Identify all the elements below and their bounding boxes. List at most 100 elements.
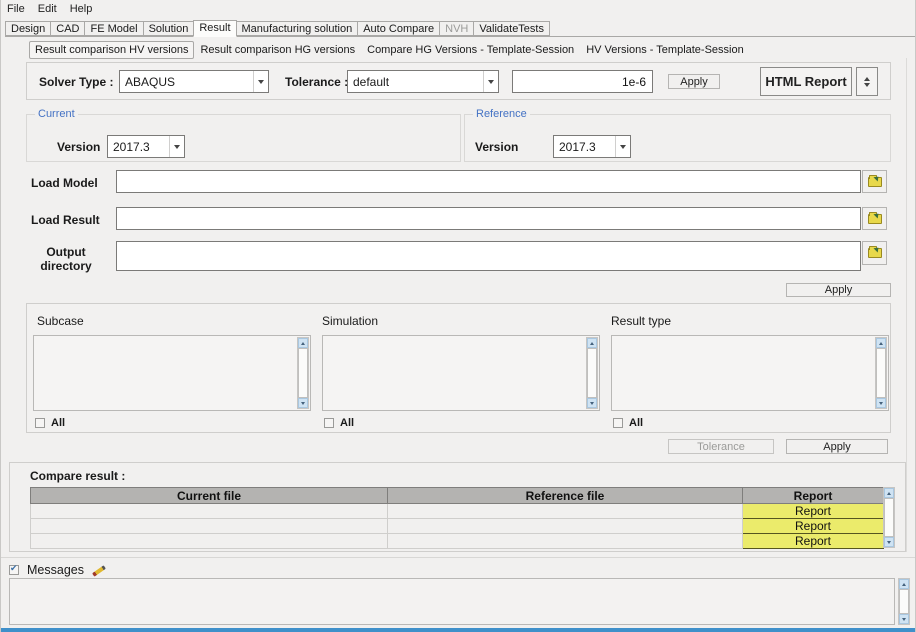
down-icon [864,83,870,87]
table-row: Report [31,504,884,519]
scroll-thumb[interactable] [899,589,909,614]
result-type-all-checkbox[interactable] [613,418,623,428]
window-bottom-edge [1,628,915,632]
simulation-all-checkbox[interactable] [324,418,334,428]
report-link[interactable]: Report [743,534,884,549]
scroll-down-icon[interactable] [876,398,886,408]
tab-manufacturing-solution[interactable]: Manufacturing solution [236,21,359,36]
reference-version-select[interactable]: 2017.3 [553,135,631,158]
tab-design[interactable]: Design [5,21,51,36]
scroll-thumb[interactable] [876,348,886,398]
chevron-down-icon [253,71,268,92]
scroll-down-icon[interactable] [899,614,909,624]
files-apply-button[interactable]: Apply [786,283,891,297]
simulation-listbox[interactable] [322,335,600,411]
html-report-button[interactable]: HTML Report [760,67,852,96]
current-group: Current Version 2017.3 [26,114,461,162]
load-result-input[interactable] [116,207,861,230]
chevron-down-icon [615,136,630,157]
report-link[interactable]: Report [743,519,884,534]
simulation-all-row: All [324,417,354,429]
messages-row: Messages [9,563,108,577]
tab-cad[interactable]: CAD [50,21,85,36]
result-type-scrollbar[interactable] [875,337,887,409]
scroll-up-icon[interactable] [899,579,909,589]
scroll-thumb[interactable] [587,348,597,398]
subtab-result-comparison-hv[interactable]: Result comparison HV versions [29,41,194,59]
up-icon [864,77,870,81]
tab-solution[interactable]: Solution [143,21,195,36]
messages-checkbox[interactable] [9,565,19,575]
menu-bar: File Edit Help [1,0,915,18]
scroll-thumb[interactable] [298,348,308,398]
selection-apply-button[interactable]: Apply [786,439,888,454]
report-type-spinner[interactable] [856,67,878,96]
solver-type-label: Solver Type : [39,75,113,89]
report-header: Report [743,488,884,504]
menu-help[interactable]: Help [70,3,93,18]
simulation-scrollbar[interactable] [586,337,598,409]
current-file-cell [31,519,388,534]
solver-type-select[interactable]: ABAQUS [119,70,269,93]
subtab-compare-hg-template-session[interactable]: Compare HG Versions - Template-Session [361,41,580,59]
load-model-browse-button[interactable] [862,170,887,193]
result-type-all-row: All [613,417,643,429]
scroll-up-icon[interactable] [298,338,308,348]
output-directory-input[interactable] [116,241,861,271]
simulation-label: Simulation [322,314,378,328]
result-type-all-label: All [629,417,643,429]
window-right-edge [906,58,907,552]
compare-result-table: Current file Reference file Report Repor… [30,487,884,549]
report-link[interactable]: Report [743,504,884,519]
current-file-cell [31,504,388,519]
result-type-listbox[interactable] [611,335,889,411]
compare-result-title: Compare result : [30,469,125,483]
tab-validatetests[interactable]: ValidateTests [473,21,550,36]
result-type-label: Result type [611,314,671,328]
subcase-all-checkbox[interactable] [35,418,45,428]
subcase-listbox[interactable] [33,335,311,411]
scroll-up-icon[interactable] [587,338,597,348]
load-result-label: Load Result [31,213,100,227]
tolerance-apply-button[interactable]: Apply [668,74,720,89]
scroll-down-icon[interactable] [587,398,597,408]
scroll-up-icon[interactable] [884,488,894,498]
messages-box [9,578,895,625]
table-header-row: Current file Reference file Report [31,488,884,504]
messages-scrollbar[interactable] [898,578,910,625]
tolerance-label: Tolerance : [285,75,348,89]
scroll-down-icon[interactable] [298,398,308,408]
tab-auto-compare[interactable]: Auto Compare [357,21,440,36]
scroll-thumb[interactable] [884,498,894,537]
selection-tolerance-button[interactable]: Tolerance [668,439,774,454]
table-row: Report [31,519,884,534]
reference-version-label: Version [475,140,553,154]
current-version-select[interactable]: 2017.3 [107,135,185,158]
subtab-hv-template-session[interactable]: HV Versions - Template-Session [580,41,750,59]
subtab-result-comparison-hg[interactable]: Result comparison HG versions [194,41,361,59]
subcase-scrollbar[interactable] [297,337,309,409]
load-model-input[interactable] [116,170,861,193]
current-file-cell [31,534,388,549]
current-file-header: Current file [31,488,388,504]
scroll-up-icon[interactable] [876,338,886,348]
reference-group-legend: Reference [473,108,530,120]
folder-open-icon [868,177,882,187]
pencil-icon[interactable] [92,563,108,577]
menu-file[interactable]: File [7,3,25,18]
tab-fe-model[interactable]: FE Model [84,21,143,36]
tab-result[interactable]: Result [193,20,236,37]
tab-nvh[interactable]: NVH [439,21,474,36]
current-group-legend: Current [35,108,78,120]
subcase-all-row: All [35,417,65,429]
load-result-browse-button[interactable] [862,207,887,230]
simulation-all-label: All [340,417,354,429]
tolerance-value-input[interactable] [512,70,653,93]
table-row: Report [31,534,884,549]
tolerance-select[interactable]: default [347,70,499,93]
menu-edit[interactable]: Edit [38,3,57,18]
subcase-all-label: All [51,417,65,429]
output-directory-browse-button[interactable] [862,241,887,265]
scroll-down-icon[interactable] [884,537,894,547]
compare-table-scrollbar[interactable] [883,487,895,548]
